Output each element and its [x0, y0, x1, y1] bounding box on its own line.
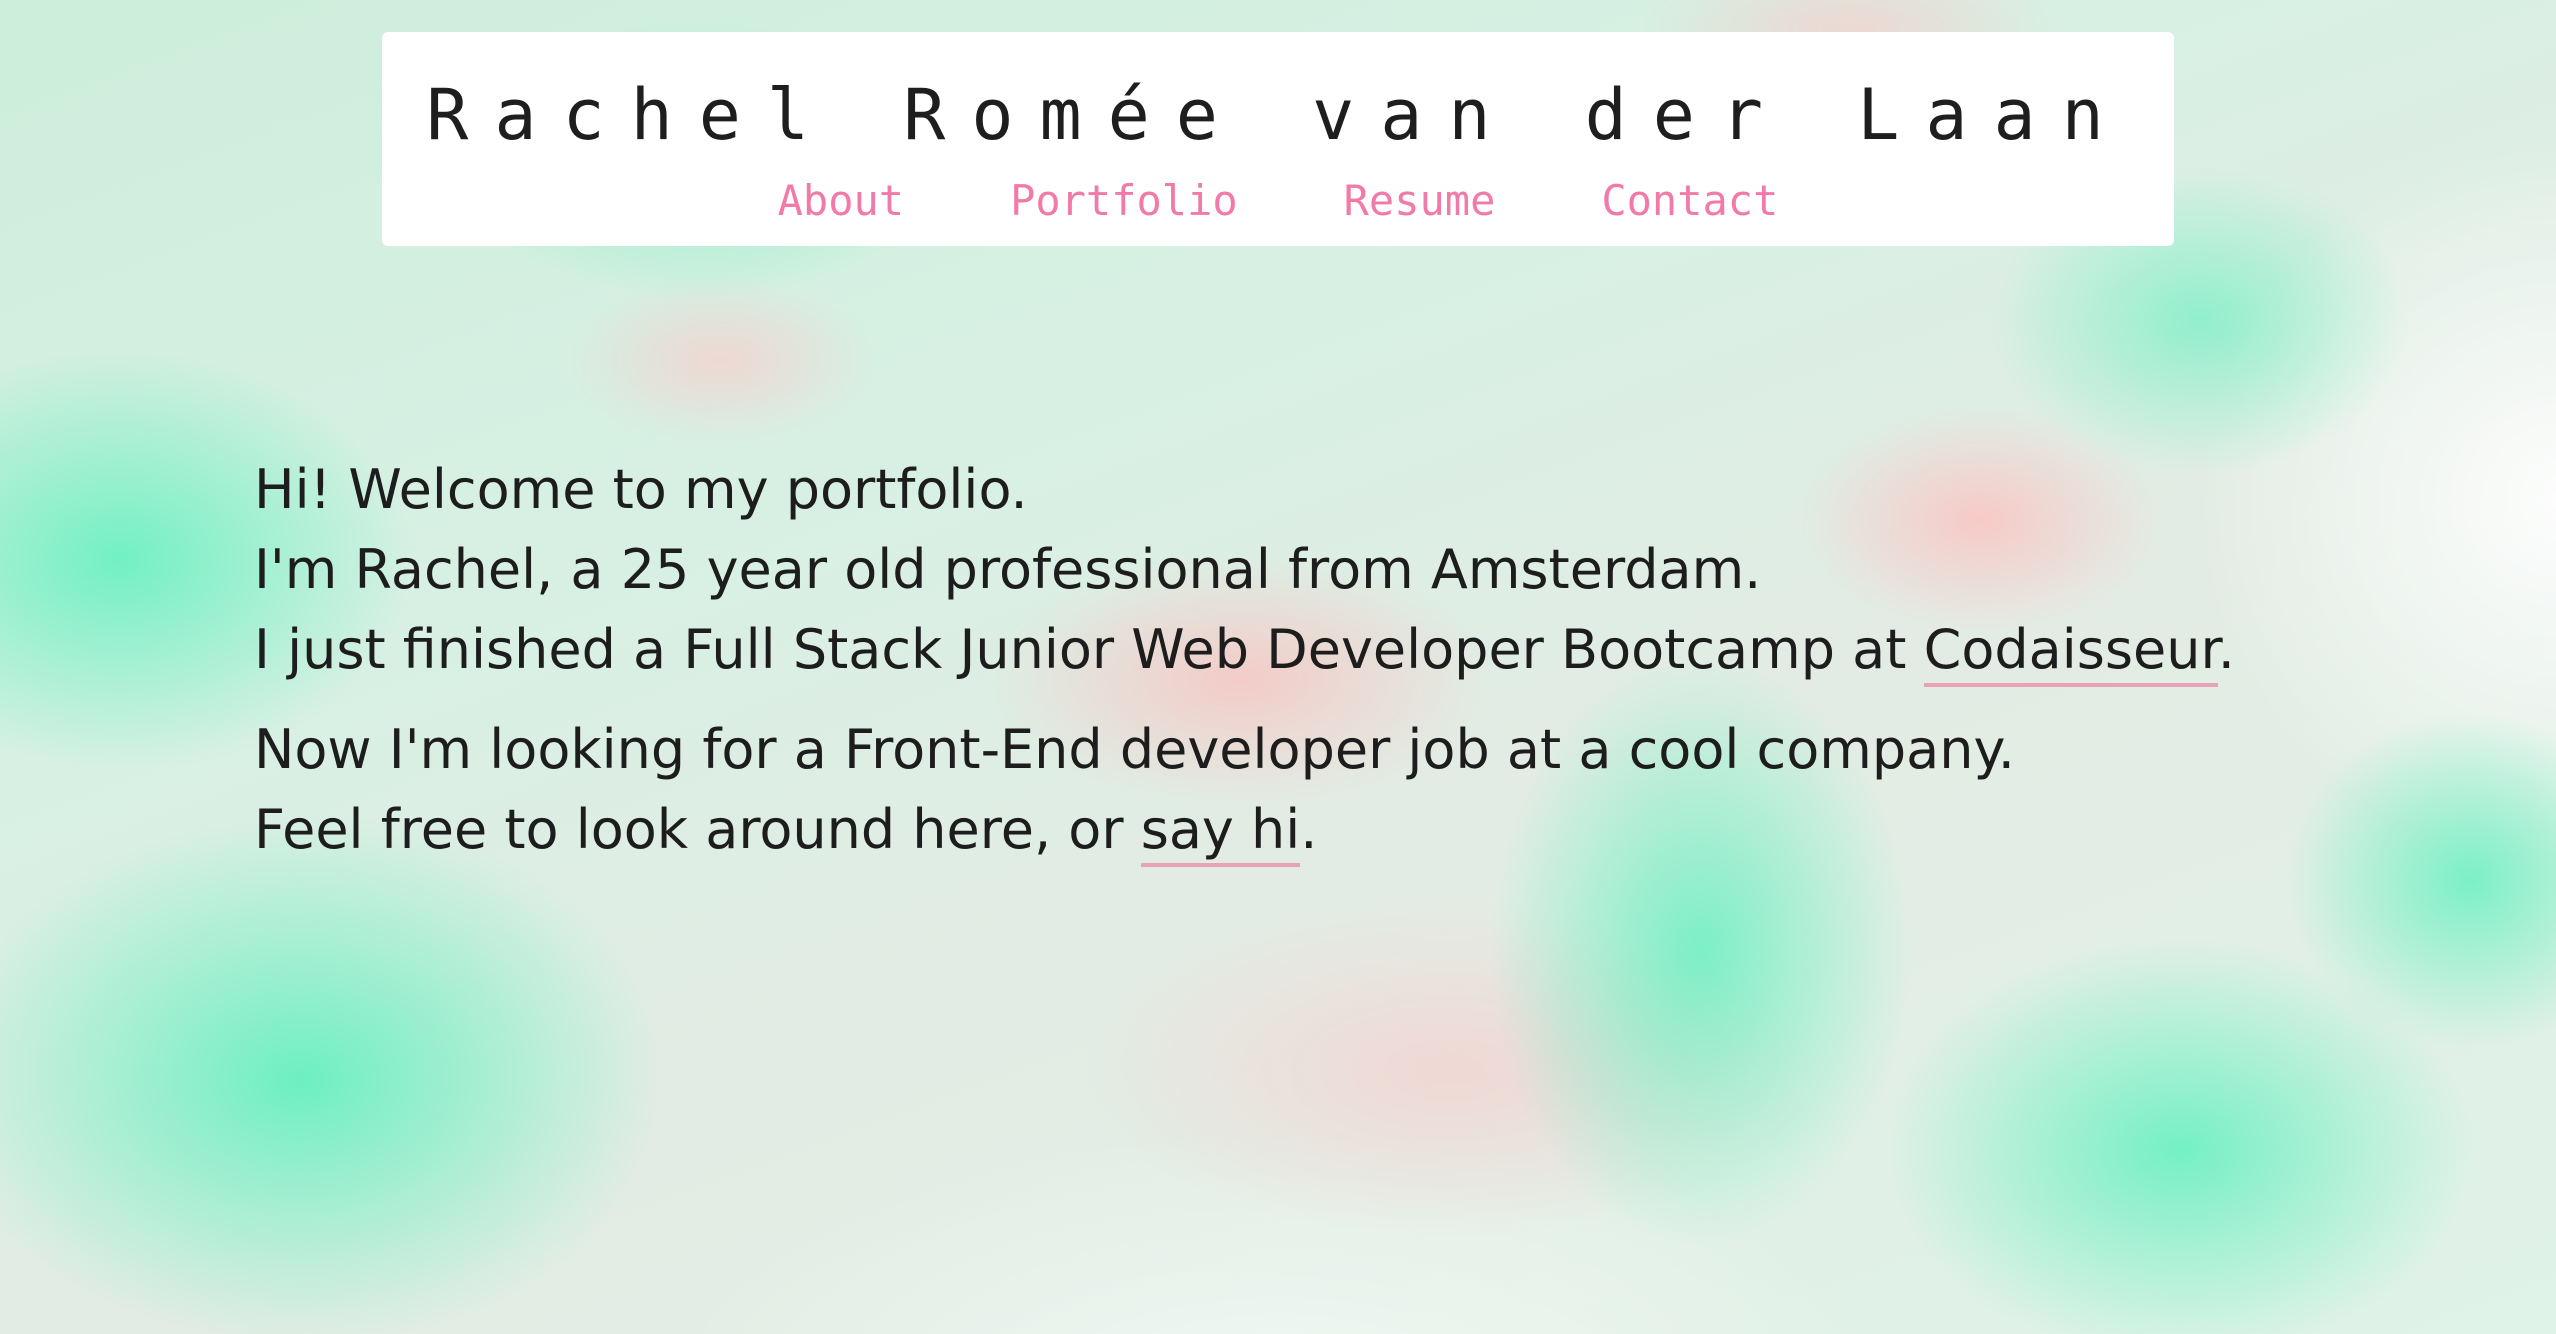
bootcamp-line-end: .: [2217, 618, 2235, 681]
say-hi-link[interactable]: say hi: [1140, 798, 1301, 867]
main-nav: About Portfolio Resume Contact: [382, 180, 2174, 222]
site-header: Rachel Romée van der Laan About Portfoli…: [382, 32, 2174, 246]
about-line: I'm Rachel, a 25 year old professional f…: [254, 538, 1762, 601]
job-paragraph: Now I'm looking for a Front-End develope…: [254, 710, 2254, 870]
welcome-line: Hi! Welcome to my portfolio.: [254, 458, 1028, 521]
nav-contact-link[interactable]: Contact: [1601, 180, 1778, 222]
bootcamp-line: I just finished a Full Stack Junior Web …: [254, 618, 1924, 681]
nav-portfolio-link[interactable]: Portfolio: [1010, 180, 1238, 222]
say-hi-line: Feel free to look around here, or: [254, 798, 1141, 861]
codaisseur-link[interactable]: Codaisseur: [1923, 618, 2218, 687]
site-title: Rachel Romée van der Laan: [426, 74, 2130, 156]
intro-paragraph: Hi! Welcome to my portfolio. I'm Rachel,…: [254, 450, 2254, 690]
say-hi-line-end: .: [1300, 798, 1318, 861]
intro-content: Hi! Welcome to my portfolio. I'm Rachel,…: [254, 450, 2254, 870]
nav-resume-link[interactable]: Resume: [1344, 180, 1496, 222]
job-line: Now I'm looking for a Front-End develope…: [254, 718, 2015, 781]
nav-about-link[interactable]: About: [778, 180, 904, 222]
